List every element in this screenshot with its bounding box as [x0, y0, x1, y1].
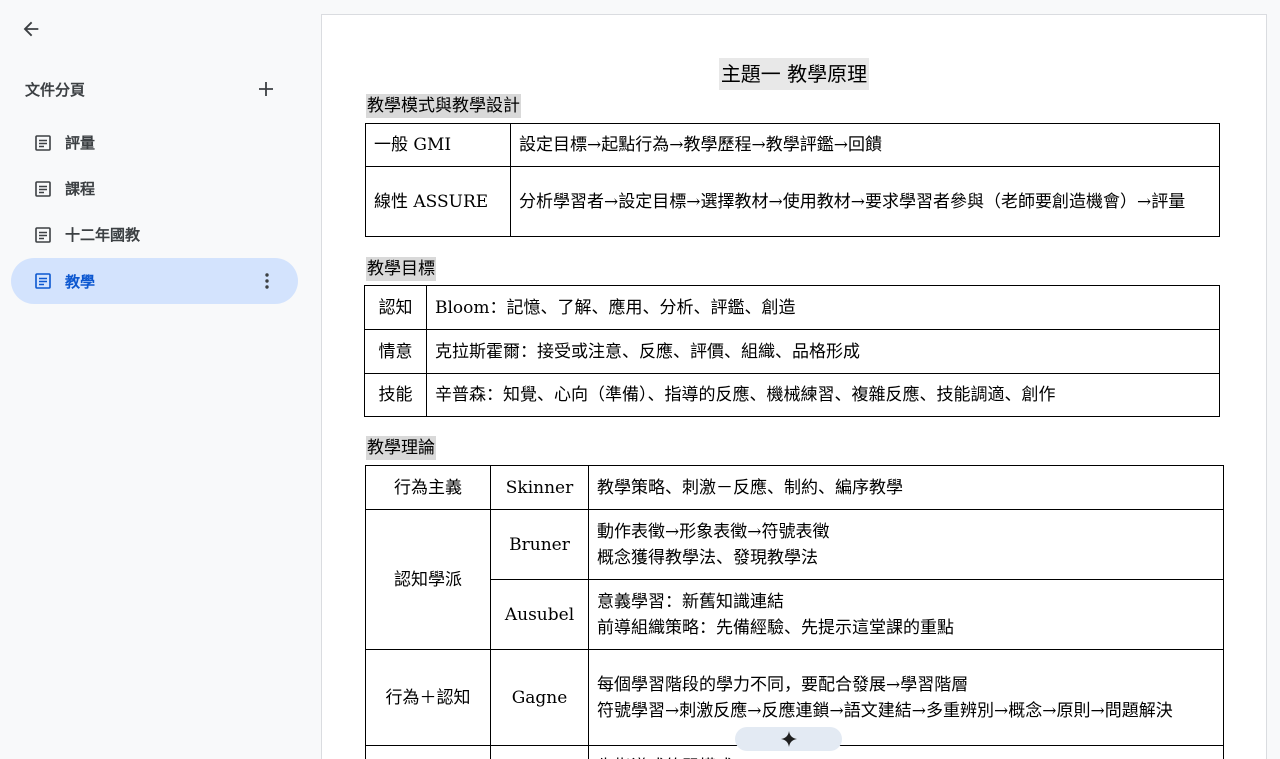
- document-page[interactable]: 主題一 教學原理 教學模式與教學設計 一般 GMI 設定目標→起點行為→教學歷程…: [321, 14, 1267, 759]
- tab-label: 課程: [65, 180, 96, 198]
- table-cell: 動作表徵→形象表徵→符號表徵 概念獲得教學法、發現教學法: [588, 509, 1224, 580]
- table-cell: 每個學習階段的學力不同，要配合發展→學習階層 符號學習→刺激反應→反應連鎖→語文…: [588, 649, 1224, 746]
- table-row: 情意 克拉斯霍爾：接受或注意、反應、評價、組織、品格形成: [364, 329, 1220, 374]
- table-cell: 教學策略、刺激－反應、制約、編序教學: [588, 465, 1224, 510]
- plus-icon: [259, 82, 273, 96]
- document-icon: [34, 134, 52, 152]
- table-cell: 情意: [364, 329, 427, 374]
- table-row: 技能 辛普森：知覺、心向（準備）、指導的反應、機械練習、複雜反應、技能調適、創作: [364, 373, 1220, 417]
- table-cell: 行為＋認知: [365, 649, 491, 746]
- cell-line: 動作表徵→形象表徵→符號表徵: [597, 521, 830, 542]
- add-tab-button[interactable]: [255, 78, 277, 100]
- document-icon: [34, 272, 52, 290]
- section-heading-model-design: 教學模式與教學設計: [366, 94, 521, 118]
- table-cell: Bloom：記憶、了解、應用、分析、評鑑、創造: [426, 285, 1220, 330]
- more-options-button[interactable]: [256, 270, 278, 292]
- table-row: Ausubel 意義學習：新舊知識連結 前導組織策略：先備經驗、先提示這堂課的重…: [366, 579, 1224, 650]
- table-cell: 認知: [364, 285, 427, 330]
- sparkle-icon: [780, 731, 797, 747]
- table-row: 認知學派 Bruner 動作表徵→形象表徵→符號表徵 概念獲得教學法、發現教學法: [365, 509, 1224, 650]
- table-row: 線性 ASSURE 分析學習者→設定目標→選擇教材→使用教材→要求學習者參與（老…: [365, 166, 1220, 237]
- cell-line: 意義學習：新舊知識連結: [597, 591, 784, 612]
- table-cell: 技能: [364, 373, 427, 417]
- table-cell: [490, 745, 589, 759]
- table-cell: 克拉斯霍爾：接受或注意、反應、評價、組織、品格形成: [426, 329, 1220, 374]
- teaching-objectives-table: 認知 Bloom：記憶、了解、應用、分析、評鑑、創造 情意 克拉斯霍爾：接受或注…: [364, 285, 1220, 417]
- table-cell: 線性 ASSURE: [365, 166, 511, 237]
- gemini-assist-button[interactable]: [735, 727, 842, 751]
- document-icon: [34, 180, 52, 198]
- tab-label: 十二年國教: [65, 226, 141, 244]
- cell-line: 每個學習階段的學力不同，要配合發展→學習階層: [597, 674, 969, 695]
- table-cell: Gagne: [490, 649, 589, 746]
- table-cell: 一般 GMI: [365, 123, 511, 167]
- document-title-wrap: 主題一 教學原理: [322, 58, 1266, 90]
- section-heading-teaching-theory: 教學理論: [366, 436, 436, 460]
- table-cell: 設定目標→起點行為→教學歷程→教學評鑑→回饋: [510, 123, 1220, 167]
- table-cell: 認知學派: [365, 509, 491, 650]
- tab-item-curriculum[interactable]: 課程: [11, 166, 298, 211]
- tab-list: 評量 課程 十二年國教 教學: [11, 120, 298, 305]
- tab-item-evaluation[interactable]: 評量: [11, 120, 298, 165]
- table-cell: Ausubel: [490, 579, 589, 650]
- table-cell: 先指導式的習模式: [588, 745, 1224, 759]
- table-cell: 分析學習者→設定目標→選擇教材→使用教材→要求學習者參與（老師要創造機會）→評量: [510, 166, 1220, 237]
- document-icon: [34, 226, 52, 244]
- table-row: 一般 GMI 設定目標→起點行為→教學歷程→教學評鑑→回饋: [365, 123, 1220, 167]
- model-design-table: 一般 GMI 設定目標→起點行為→教學歷程→教學評鑑→回饋 線性 ASSURE …: [365, 123, 1220, 237]
- tab-label: 教學: [65, 272, 96, 291]
- sidebar-title: 文件分頁: [25, 80, 86, 99]
- table-cell: 辛普森：知覺、心向（準備）、指導的反應、機械練習、複雜反應、技能調適、創作: [426, 373, 1220, 417]
- table-cell: Skinner: [490, 465, 589, 510]
- table-cell: [365, 745, 491, 759]
- cell-line: 符號學習→刺激反應→反應連鎖→語文建結→多重辨別→概念→原則→問題解決: [597, 700, 1173, 721]
- tab-item-teaching[interactable]: 教學: [11, 258, 298, 304]
- table-row: 行為主義 Skinner 教學策略、刺激－反應、制約、編序教學: [365, 465, 1224, 510]
- back-button[interactable]: [14, 12, 48, 46]
- document-title: 主題一 教學原理: [718, 58, 870, 90]
- teaching-theory-table: 行為主義 Skinner 教學策略、刺激－反應、制約、編序教學 認知學派 Bru…: [365, 465, 1224, 759]
- sidebar-header: 文件分頁: [25, 78, 285, 100]
- cell-line: 前導組織策略：先備經驗、先提示這堂課的重點: [597, 617, 954, 638]
- table-cell: 意義學習：新舊知識連結 前導組織策略：先備經驗、先提示這堂課的重點: [588, 579, 1224, 650]
- cell-line: 概念獲得教學法、發現教學法: [597, 547, 818, 568]
- tab-label: 評量: [65, 134, 96, 152]
- tab-item-twelve-year-education[interactable]: 十二年國教: [11, 212, 298, 257]
- section-heading-teaching-objectives: 教學目標: [366, 257, 436, 281]
- table-cell: Bruner: [490, 509, 589, 580]
- table-row: 認知 Bloom：記憶、了解、應用、分析、評鑑、創造: [364, 285, 1220, 330]
- more-vert-icon: [265, 273, 269, 289]
- arrow-back-icon: [23, 21, 39, 37]
- table-cell: 行為主義: [365, 465, 491, 510]
